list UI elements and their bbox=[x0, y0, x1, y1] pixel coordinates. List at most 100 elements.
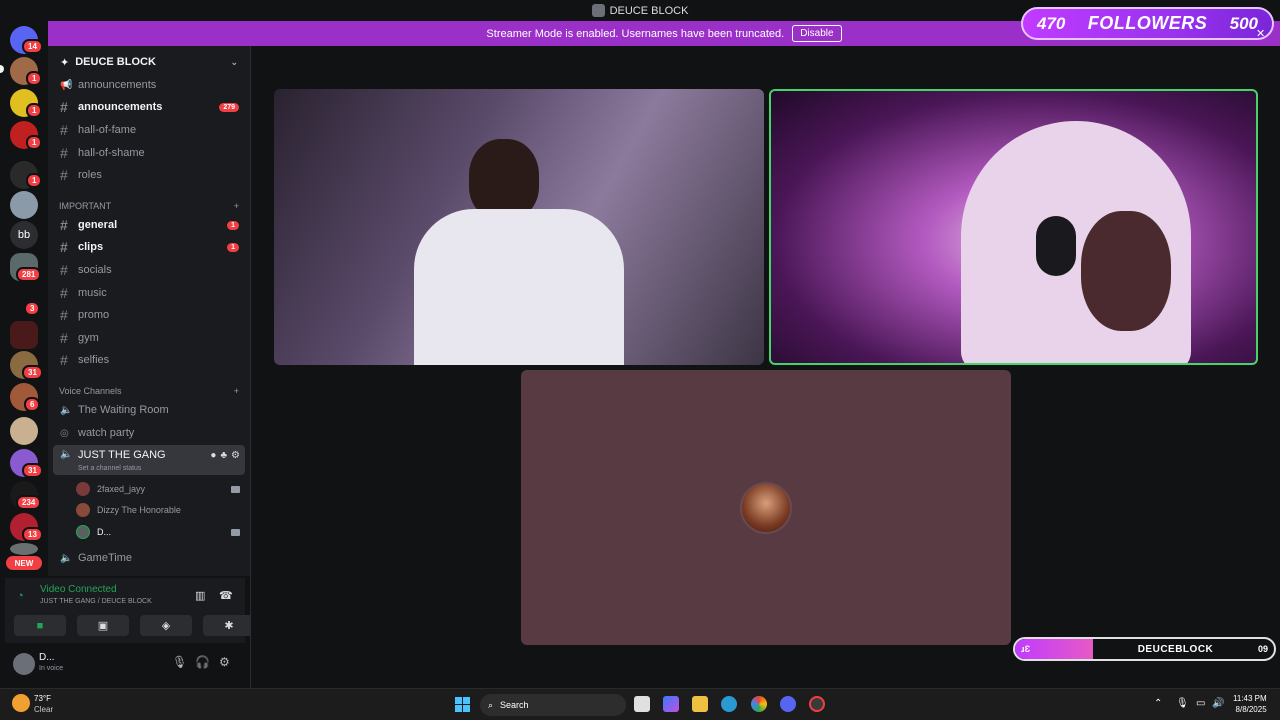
category-voice-channels[interactable]: Voice Channels + bbox=[59, 386, 239, 396]
video-tile-no-camera[interactable] bbox=[521, 370, 1011, 645]
channel-general[interactable]: # general 1 bbox=[53, 214, 245, 236]
channel-label: gym bbox=[78, 332, 99, 344]
voice-channel-gametime[interactable]: 🔈 GameTime bbox=[53, 547, 245, 569]
microphone-icon[interactable]: 🎙 bbox=[1176, 698, 1189, 709]
chat-icon[interactable]: ● bbox=[210, 450, 216, 461]
channel-label: GameTime bbox=[78, 552, 132, 564]
chrome-icon[interactable] bbox=[751, 696, 767, 712]
search-box[interactable]: ⌕ Search bbox=[480, 694, 626, 716]
volume-icon[interactable]: 🔊 bbox=[1212, 698, 1224, 709]
start-button[interactable] bbox=[455, 697, 470, 712]
avatar[interactable] bbox=[13, 653, 35, 675]
channel-announcements-archived[interactable]: 📢 announcements bbox=[53, 74, 245, 96]
mention-count: 279 bbox=[219, 102, 239, 112]
channel-label: socials bbox=[78, 264, 112, 276]
file-explorer-icon[interactable] bbox=[692, 696, 708, 712]
voice-member[interactable]: 2faxed_jayy bbox=[76, 480, 244, 498]
notification-badge: 14 bbox=[22, 39, 43, 54]
video-tile-speaking[interactable] bbox=[769, 89, 1258, 365]
channel-clips[interactable]: # clips 1 bbox=[53, 236, 245, 258]
invite-icon[interactable]: ♣ bbox=[220, 450, 227, 461]
hash-icon: # bbox=[60, 122, 68, 138]
obs-icon[interactable] bbox=[809, 696, 825, 712]
noise-suppression-icon[interactable]: ▥ bbox=[195, 589, 205, 602]
notification-badge: 1 bbox=[26, 71, 43, 86]
disable-button[interactable]: Disable bbox=[792, 25, 842, 42]
edge-icon[interactable] bbox=[721, 696, 737, 712]
window-title: DEUCE BLOCK bbox=[609, 4, 689, 17]
channel-music[interactable]: # music bbox=[53, 282, 245, 304]
category-label: Voice Channels bbox=[59, 386, 122, 396]
system-clock[interactable]: 11:43 PM 8/8/2025 bbox=[1233, 693, 1267, 715]
search-icon: ⌕ bbox=[488, 699, 494, 710]
gear-icon[interactable]: ⚙ bbox=[219, 655, 230, 669]
voice-member[interactable]: Dizzy The Honorable bbox=[76, 501, 244, 519]
server-icon[interactable]: bb bbox=[10, 221, 38, 249]
channel-selfies[interactable]: # selfies bbox=[53, 349, 245, 371]
channel-label: hall-of-fame bbox=[78, 124, 137, 136]
channel-label: hall-of-shame bbox=[78, 147, 145, 159]
channel-gym[interactable]: # gym bbox=[53, 327, 245, 349]
server-icon[interactable] bbox=[10, 543, 38, 555]
channel-sidebar: ✦ DEUCE BLOCK ⌄ 📢 announcements # announ… bbox=[48, 46, 250, 576]
screen-share-button[interactable]: ▣ bbox=[77, 615, 129, 636]
server-icon bbox=[591, 4, 605, 17]
voice-member[interactable]: D... bbox=[76, 523, 244, 541]
close-icon[interactable]: ✕ bbox=[1256, 27, 1265, 40]
task-view-icon[interactable] bbox=[634, 696, 650, 712]
hash-icon: # bbox=[60, 217, 68, 233]
member-name: 2faxed_jayy bbox=[97, 484, 146, 494]
speaker-icon: 🔈 bbox=[60, 404, 73, 416]
hash-icon: # bbox=[60, 239, 68, 255]
camera-icon bbox=[231, 528, 240, 536]
notification-badge: 31 bbox=[22, 365, 43, 380]
gear-icon[interactable]: ⚙ bbox=[231, 450, 240, 461]
add-channel-icon[interactable]: + bbox=[234, 386, 239, 396]
member-name: D... bbox=[97, 527, 112, 537]
video-tile[interactable] bbox=[274, 89, 764, 365]
stream-name-overlay: ɹƐ DEUCEBLOCK 09 bbox=[1013, 637, 1276, 661]
channel-socials[interactable]: # socials bbox=[53, 259, 245, 281]
followers-goal-overlay: 470 FOLLOWERS 500 bbox=[1021, 7, 1274, 40]
category-important[interactable]: IMPORTANT + bbox=[59, 201, 239, 211]
set-channel-status[interactable]: Set a channel status bbox=[78, 465, 141, 472]
voice-channel-watch-party[interactable]: ◎ watch party bbox=[53, 422, 245, 444]
windows-taskbar: 73°F Clear ⌕ Search ⌃ 🎙 ▭ 🔊 11:43 PM 8/8… bbox=[0, 688, 1280, 720]
voice-location[interactable]: JUST THE GANG / DEUCE BLOCK bbox=[40, 598, 152, 605]
headphones-icon[interactable]: 🎧 bbox=[195, 655, 210, 669]
server-icon[interactable] bbox=[10, 417, 38, 445]
notification-badge: 3 bbox=[24, 301, 41, 316]
activity-button[interactable]: ◈ bbox=[140, 615, 192, 636]
notification-badge: 281 bbox=[16, 267, 42, 282]
channel-roles[interactable]: # roles bbox=[53, 164, 245, 186]
mention-count: 1 bbox=[227, 242, 239, 252]
network-icon[interactable]: ▭ bbox=[1196, 698, 1205, 709]
channel-label: promo bbox=[78, 309, 110, 321]
unread-pill bbox=[0, 65, 4, 73]
participant-hoodie bbox=[414, 209, 624, 365]
namebar-name: DEUCEBLOCK bbox=[1137, 643, 1214, 655]
channel-announcements[interactable]: # announcements 279 bbox=[53, 96, 245, 118]
hash-icon: # bbox=[60, 99, 68, 115]
server-icon[interactable] bbox=[10, 191, 38, 219]
weather-desc[interactable]: Clear bbox=[34, 705, 53, 714]
search-placeholder: Search bbox=[500, 700, 529, 710]
channel-hall-of-shame[interactable]: # hall-of-shame bbox=[53, 142, 245, 164]
soundboard-button[interactable]: ✱ bbox=[203, 615, 255, 636]
weather-icon[interactable] bbox=[12, 694, 30, 712]
add-channel-icon[interactable]: + bbox=[234, 201, 239, 211]
channel-hall-of-fame[interactable]: # hall-of-fame bbox=[53, 119, 245, 141]
copilot-icon[interactable] bbox=[663, 696, 679, 712]
discord-icon[interactable] bbox=[780, 696, 796, 712]
voice-channel-waiting-room[interactable]: 🔈 The Waiting Room bbox=[53, 399, 245, 421]
camera-button[interactable]: ■ bbox=[14, 615, 66, 636]
disconnect-icon[interactable]: ☎ bbox=[219, 589, 233, 602]
microphone-icon[interactable]: 🎙 bbox=[172, 655, 187, 669]
folder-icon[interactable] bbox=[10, 321, 38, 349]
channel-promo[interactable]: # promo bbox=[53, 304, 245, 326]
chevron-up-icon[interactable]: ⌃ bbox=[1154, 698, 1162, 709]
user-name[interactable]: D... bbox=[39, 652, 55, 663]
signal-icon[interactable]: ◔ bbox=[17, 590, 24, 602]
voice-status[interactable]: Video Connected bbox=[40, 584, 117, 595]
weather-temp[interactable]: 73°F bbox=[34, 694, 51, 703]
